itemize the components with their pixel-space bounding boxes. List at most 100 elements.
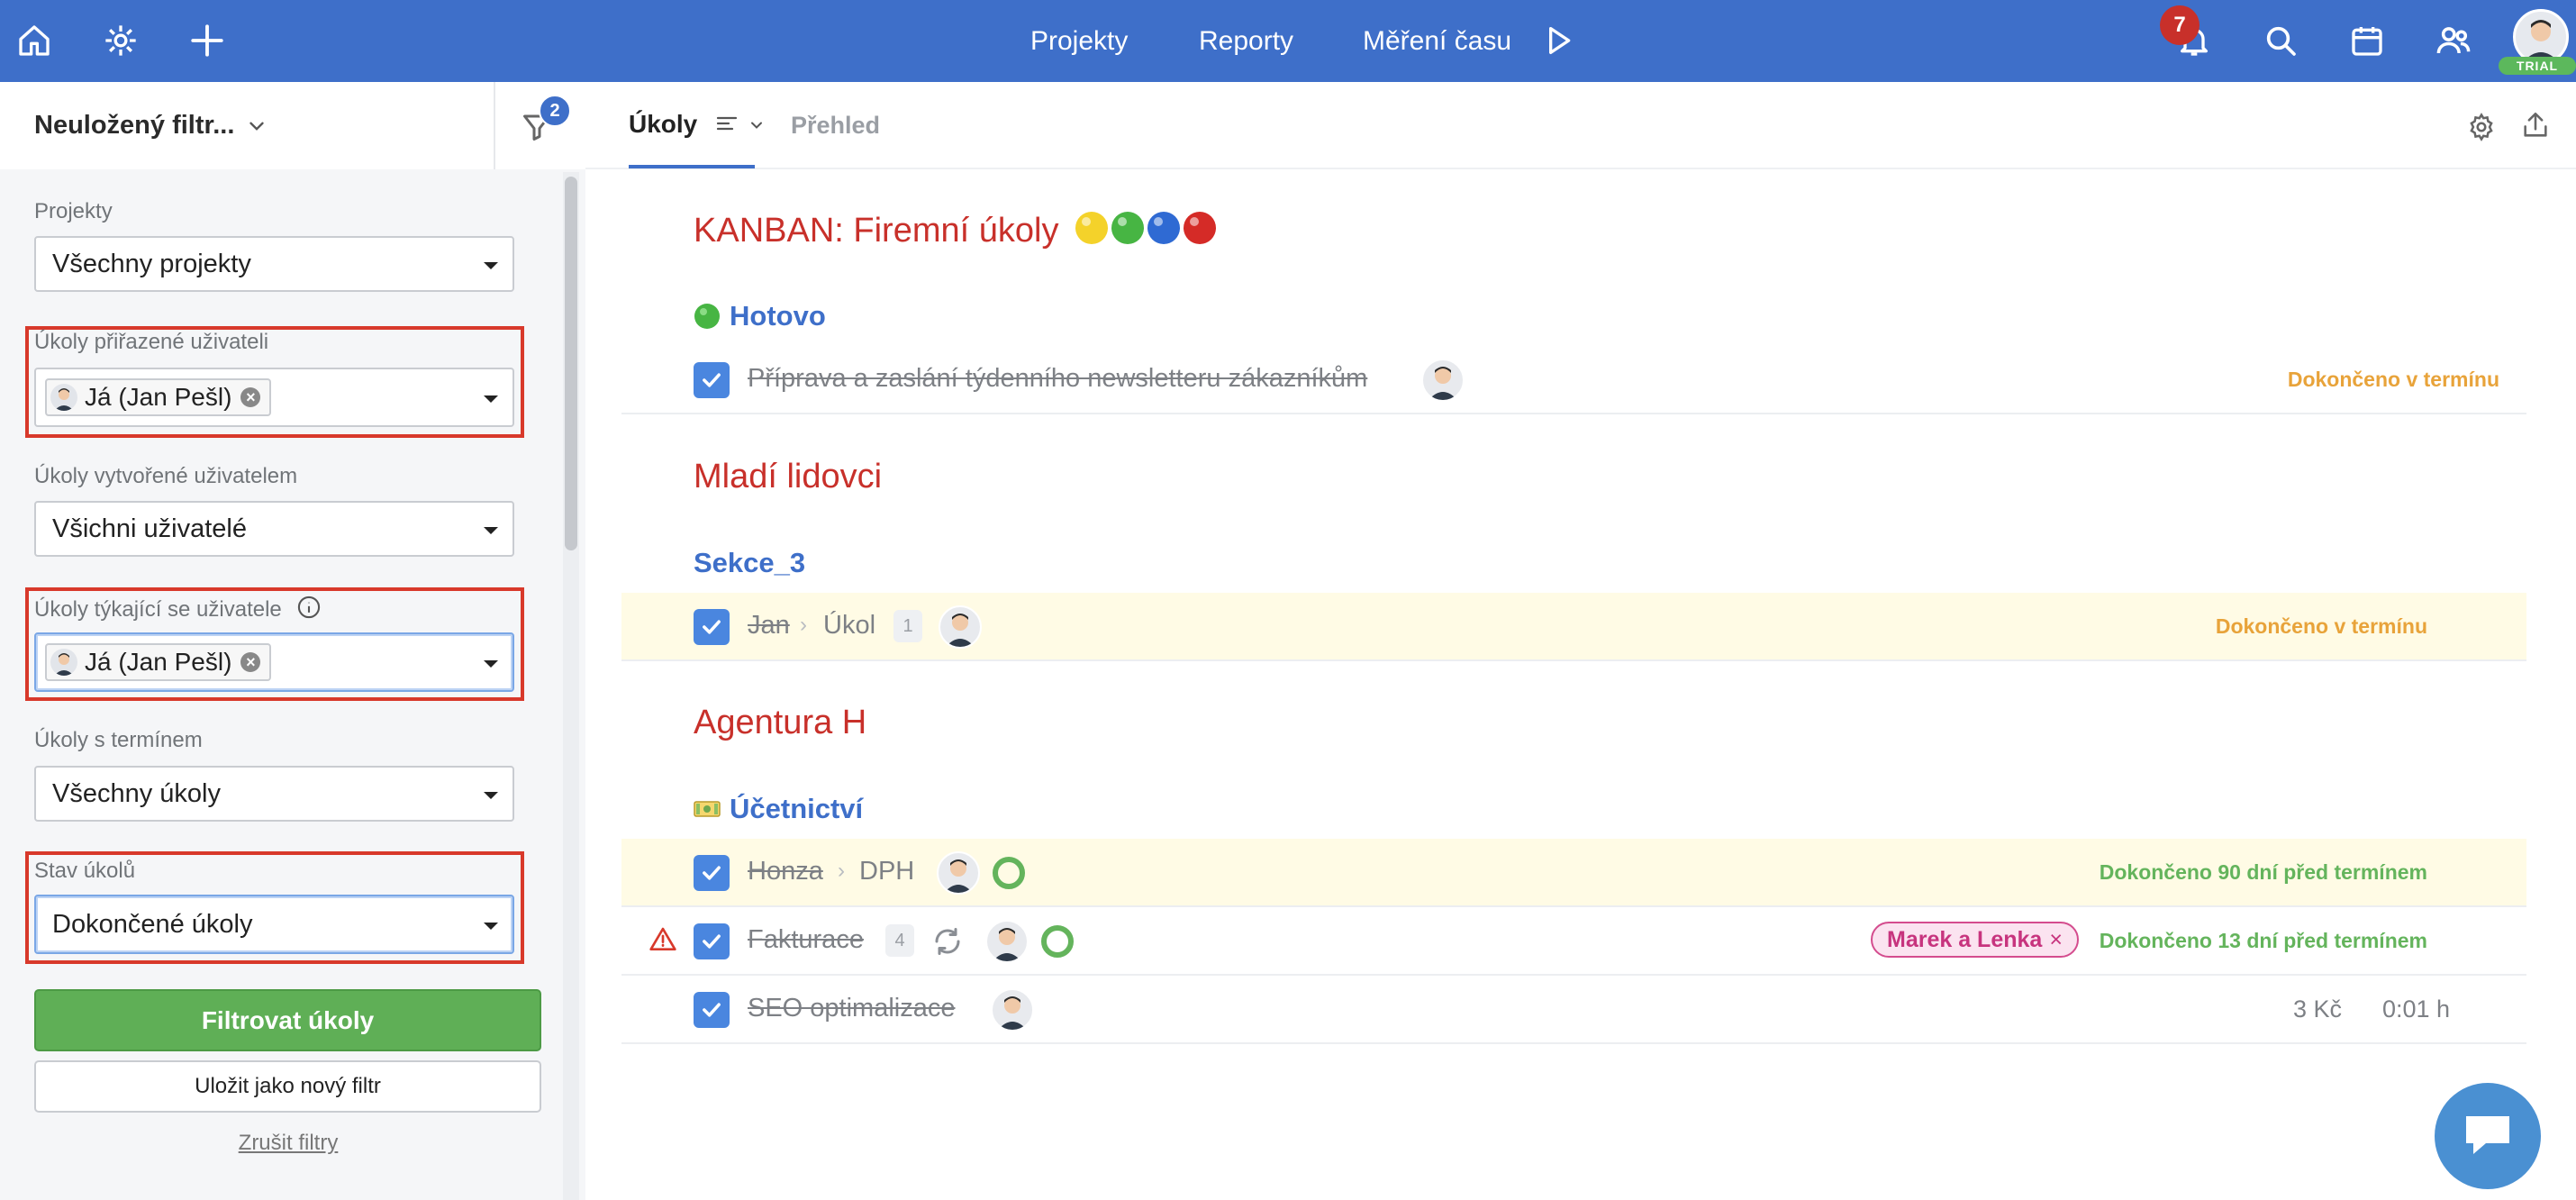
- select-projekty-value: Všechny projekty: [52, 249, 251, 278]
- remove-tag-icon[interactable]: ×: [2049, 927, 2063, 953]
- export-icon[interactable]: [2520, 110, 2551, 145]
- color-dot-highlight: [1118, 217, 1128, 226]
- subtask-count: 4: [885, 924, 914, 957]
- color-dot: [1147, 212, 1181, 244]
- warning-icon: [649, 925, 677, 959]
- chat-button[interactable]: [2435, 1083, 2541, 1189]
- project-title[interactable]: KANBAN: Firemní úkoly: [694, 210, 1227, 255]
- color-dot: [1111, 212, 1145, 244]
- select-projekty[interactable]: Všechny projekty: [34, 236, 514, 292]
- remove-chip-icon[interactable]: ×: [240, 652, 261, 672]
- calendar-icon[interactable]: [2345, 19, 2389, 62]
- table-row[interactable]: SEO optimalizace 3 Kč 0:01 h: [621, 976, 2526, 1044]
- active-filters-badge: 2: [539, 95, 571, 127]
- label-assigned-to: Úkoly přiřazené uživateli: [34, 330, 269, 354]
- gear-icon[interactable]: [2466, 112, 2497, 147]
- select-task-status[interactable]: Dokončené úkoly: [34, 895, 514, 954]
- tab-ukoly[interactable]: Úkoly: [629, 110, 766, 141]
- task-checkbox[interactable]: [694, 855, 730, 891]
- users-icon[interactable]: [2432, 19, 2475, 62]
- section-title[interactable]: Sekce_3: [694, 547, 805, 579]
- project-title[interactable]: Mladí lidovci: [694, 458, 882, 496]
- save-filter-button[interactable]: Uložit jako nový filtr: [34, 1060, 541, 1113]
- chevron-down-icon[interactable]: [245, 114, 268, 142]
- dropdown-caret-icon: [484, 527, 498, 534]
- avatar[interactable]: [991, 988, 1034, 1032]
- green-circle-icon: [694, 303, 721, 330]
- task-time: 0:01 h: [2382, 995, 2451, 1023]
- filter-toggle[interactable]: [495, 82, 585, 169]
- tag-badge[interactable]: Marek a Lenka ×: [1871, 922, 2079, 958]
- plus-icon[interactable]: [186, 19, 229, 62]
- table-row[interactable]: Jan › Úkol 1 Dokončeno v termínu: [621, 593, 2526, 661]
- remove-chip-icon[interactable]: ×: [240, 387, 261, 407]
- avatar[interactable]: [1421, 359, 1465, 402]
- sidebar-scrollbar-thumb[interactable]: [565, 177, 577, 550]
- task-status: Dokončeno 13 dní před termínem: [2099, 929, 2427, 952]
- user-chip[interactable]: Já (Jan Pešl) ×: [45, 378, 272, 416]
- task-name[interactable]: Fakturace: [748, 925, 864, 955]
- dropdown-caret-icon: [484, 395, 498, 403]
- progress-ring-icon: [1041, 925, 1074, 958]
- table-row[interactable]: Honza › DPH Dokončeno 90 dní před termín…: [621, 839, 2526, 907]
- section-title[interactable]: Účetnictví: [694, 793, 863, 825]
- label-related-to: Úkoly týkající se uživatele: [34, 595, 322, 626]
- chevron-down-icon[interactable]: [748, 112, 766, 141]
- nav-reporty[interactable]: Reporty: [1199, 0, 1293, 82]
- trial-badge: TRIAL: [2499, 57, 2576, 75]
- label-with-deadline: Úkoly s termínem: [34, 728, 203, 752]
- filter-name[interactable]: Neuložený filtr...: [34, 111, 234, 141]
- tab-ukoly-label: Úkoly: [629, 110, 698, 138]
- color-dot: [1075, 212, 1109, 244]
- search-icon[interactable]: [2259, 19, 2302, 62]
- info-icon[interactable]: [296, 595, 322, 626]
- color-dots-icon: [1074, 210, 1227, 255]
- settings-icon[interactable]: [99, 19, 142, 62]
- avatar: [50, 384, 77, 411]
- dropdown-caret-icon: [484, 660, 498, 668]
- breadcrumb-separator-icon: ›: [800, 613, 807, 637]
- label-created-by: Úkoly vytvořené uživatelem: [34, 464, 298, 488]
- nav-projekty[interactable]: Projekty: [1030, 0, 1128, 82]
- repeat-icon: [931, 925, 964, 962]
- task-name[interactable]: DPH: [859, 857, 914, 886]
- section-title[interactable]: Hotovo: [694, 300, 826, 332]
- parent-task-name[interactable]: Honza: [748, 857, 823, 886]
- chat-icon: [2459, 1109, 2517, 1164]
- subtask-count: 1: [893, 610, 922, 642]
- task-checkbox[interactable]: [694, 992, 730, 1028]
- select-assigned-to[interactable]: Já (Jan Pešl) ×: [34, 368, 514, 427]
- task-checkbox[interactable]: [694, 609, 730, 645]
- select-with-deadline[interactable]: Všechny úkoly: [34, 766, 514, 822]
- tabs-bar: [585, 82, 2576, 169]
- nav-mereni-casu[interactable]: Měření času: [1363, 0, 1511, 82]
- task-name[interactable]: Úkol: [823, 611, 875, 641]
- avatar[interactable]: [937, 851, 980, 895]
- parent-task-name[interactable]: Jan: [748, 611, 790, 641]
- table-row[interactable]: Fakturace 4 Marek a Lenka × Dokončeno 13…: [621, 907, 2526, 976]
- label-task-status: Stav úkolů: [34, 859, 136, 883]
- project-title[interactable]: Agentura H: [694, 704, 866, 742]
- filter-tasks-button[interactable]: Filtrovat úkoly: [34, 989, 541, 1051]
- dropdown-caret-icon: [484, 923, 498, 930]
- reset-filters-link[interactable]: Zrušit filtry: [0, 1131, 576, 1156]
- table-row[interactable]: Příprava a zaslání týdenního newsletteru…: [621, 346, 2526, 414]
- avatar[interactable]: [939, 605, 982, 649]
- task-name[interactable]: SEO optimalizace: [748, 994, 956, 1023]
- task-name[interactable]: Příprava a zaslání týdenního newsletteru…: [748, 364, 1367, 394]
- select-created-by[interactable]: Všichni uživatelé: [34, 501, 514, 557]
- home-icon[interactable]: [13, 19, 56, 62]
- section-title-text: Účetnictví: [730, 793, 864, 824]
- play-icon[interactable]: [1537, 19, 1580, 62]
- user-chip[interactable]: Já (Jan Pešl) ×: [45, 643, 272, 681]
- tab-prehled[interactable]: Přehled: [791, 112, 880, 140]
- select-related-to[interactable]: Já (Jan Pešl) ×: [34, 632, 514, 692]
- user-chip-label: Já (Jan Pešl): [85, 648, 232, 676]
- color-dot-highlight: [1154, 217, 1164, 226]
- task-status: Dokončeno v termínu: [2215, 614, 2427, 638]
- task-checkbox[interactable]: [694, 923, 730, 959]
- list-view-icon[interactable]: [715, 112, 739, 141]
- filter-header[interactable]: Neuložený filtr...: [0, 82, 495, 169]
- task-checkbox[interactable]: [694, 362, 730, 398]
- avatar[interactable]: [985, 920, 1029, 963]
